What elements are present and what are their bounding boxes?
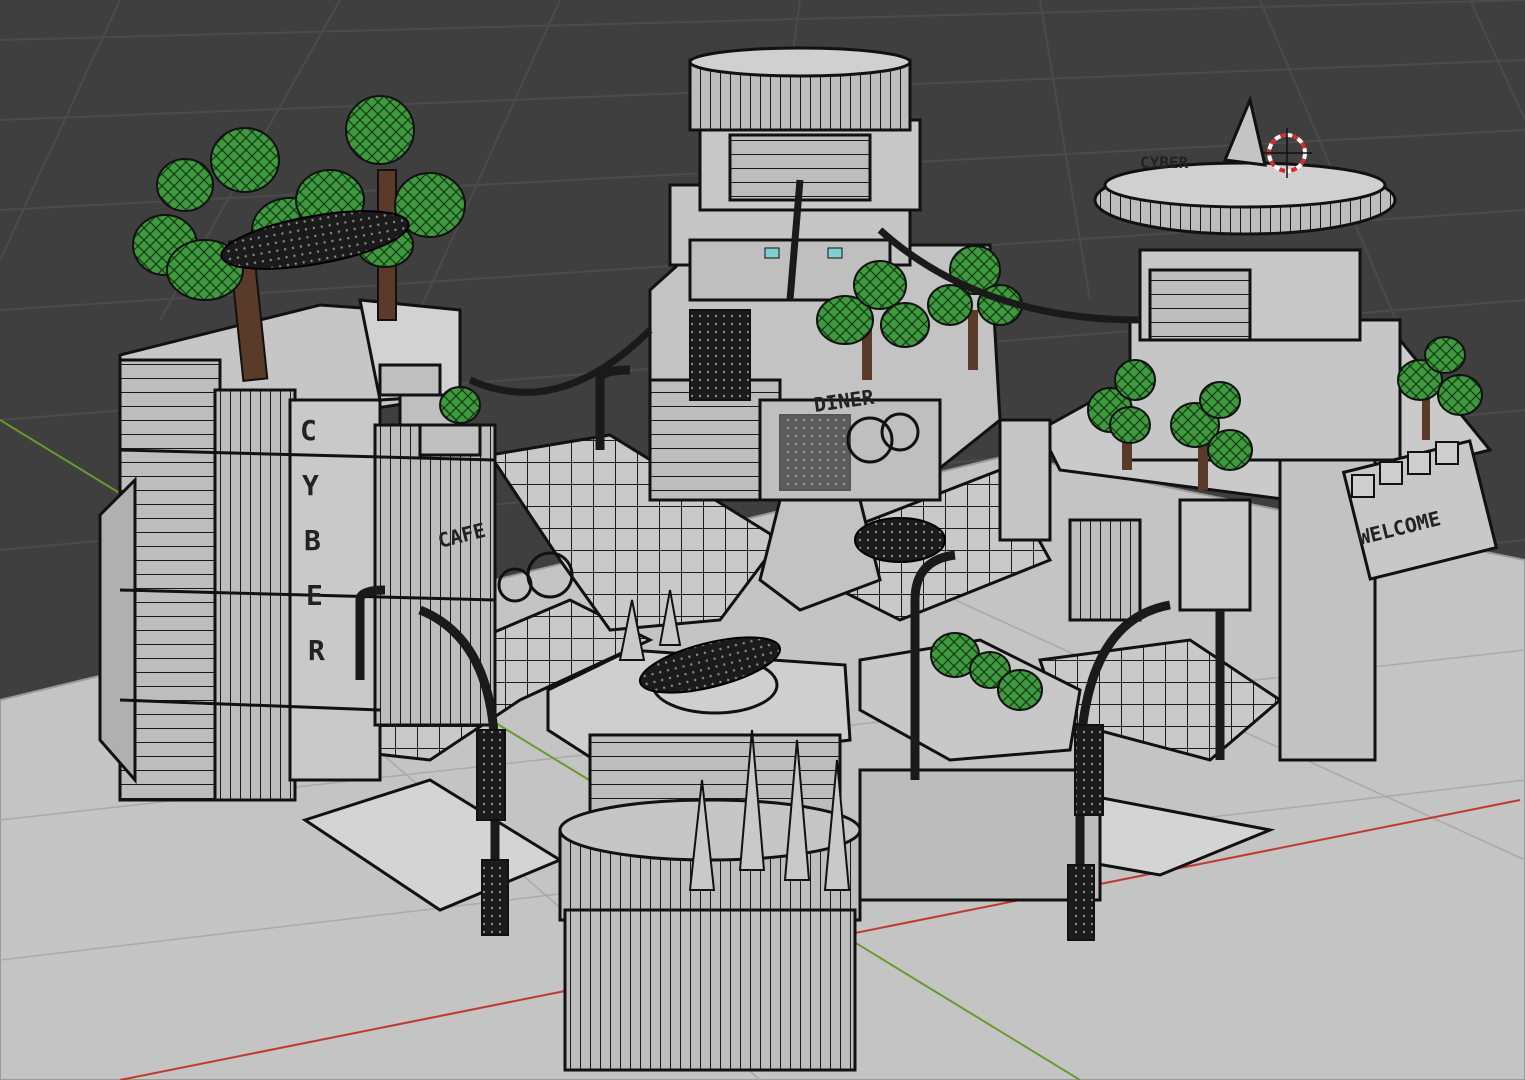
scene-canvas[interactable]: C Y B E R CAFE DINER CYBER WELCOME — [0, 0, 1525, 1080]
tower-letter-2: Y — [302, 469, 319, 502]
tower-letter-5: R — [308, 634, 325, 667]
tower-letter-1: C — [300, 414, 317, 447]
tower-letter-3: B — [304, 524, 321, 557]
tower-letter-4: E — [306, 579, 323, 612]
3d-viewport[interactable]: C Y B E R CAFE DINER CYBER WELCOME — [0, 0, 1525, 1080]
bench-block — [858, 768, 1102, 902]
hover-car-back[interactable] — [854, 517, 946, 563]
rooftop-sign: CYBER — [1140, 153, 1189, 172]
